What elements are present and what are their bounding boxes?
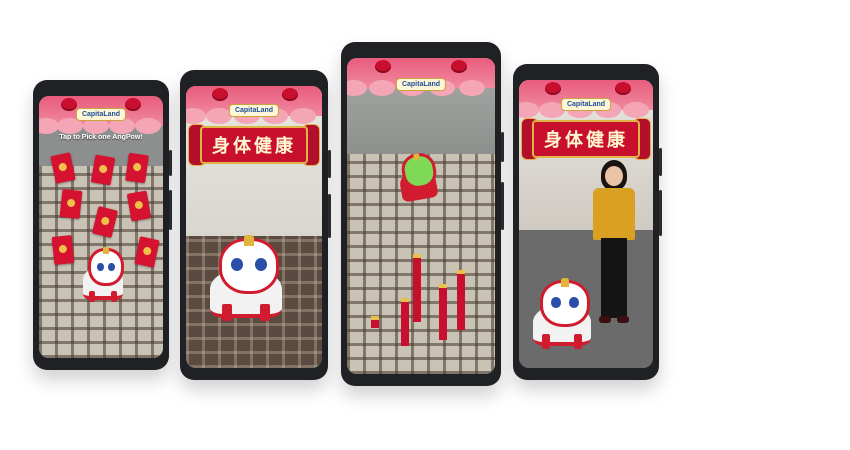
- pole-platform: [439, 284, 447, 340]
- angpow-envelope[interactable]: [125, 152, 149, 184]
- screen-lion-dance[interactable]: CapitaLand 身体健康: [186, 86, 322, 368]
- lion-dance-figure[interactable]: [395, 150, 439, 203]
- instruction-text: Tap to Pick one AngPow!: [59, 134, 143, 141]
- lantern-icon: [125, 98, 141, 111]
- pole-platform: [413, 254, 421, 322]
- blessing-banner: 身体健康: [532, 120, 640, 158]
- lion-dance-figure[interactable]: [533, 278, 591, 349]
- lion-dance-figure[interactable]: [210, 235, 282, 322]
- phone-3: CapitaLand: [341, 42, 504, 386]
- angpow-envelope[interactable]: [51, 235, 75, 265]
- phone-4: CapitaLand 身体健康: [513, 64, 662, 380]
- person-figure: [589, 160, 639, 360]
- lantern-icon: [451, 60, 467, 73]
- screen-photo-mode[interactable]: CapitaLand 身体健康: [519, 80, 653, 368]
- promo-composite: CapitaLand Tap to Pick one AngPow! Capit…: [0, 0, 850, 450]
- brand-logo: CapitaLand: [228, 104, 280, 117]
- lantern-icon: [545, 82, 561, 95]
- lantern-icon: [282, 88, 298, 101]
- pole-platform: [371, 316, 379, 328]
- brand-logo: CapitaLand: [395, 78, 447, 91]
- lantern-icon: [212, 88, 228, 101]
- lion-dance-figure[interactable]: [83, 247, 125, 303]
- screen-angpow-picker[interactable]: CapitaLand Tap to Pick one AngPow!: [39, 96, 163, 358]
- phone-1: CapitaLand Tap to Pick one AngPow!: [33, 80, 172, 370]
- angpow-envelope[interactable]: [59, 189, 83, 219]
- pole-platform: [457, 270, 465, 330]
- blessing-banner: 身体健康: [200, 126, 308, 164]
- brand-logo: CapitaLand: [560, 98, 612, 111]
- screen-pole-jump[interactable]: CapitaLand: [347, 58, 495, 374]
- lantern-icon: [615, 82, 631, 95]
- phone-2: CapitaLand 身体健康: [180, 70, 331, 380]
- brand-logo: CapitaLand: [75, 108, 127, 121]
- lantern-icon: [375, 60, 391, 73]
- lantern-icon: [61, 98, 77, 111]
- pole-platform: [401, 298, 409, 346]
